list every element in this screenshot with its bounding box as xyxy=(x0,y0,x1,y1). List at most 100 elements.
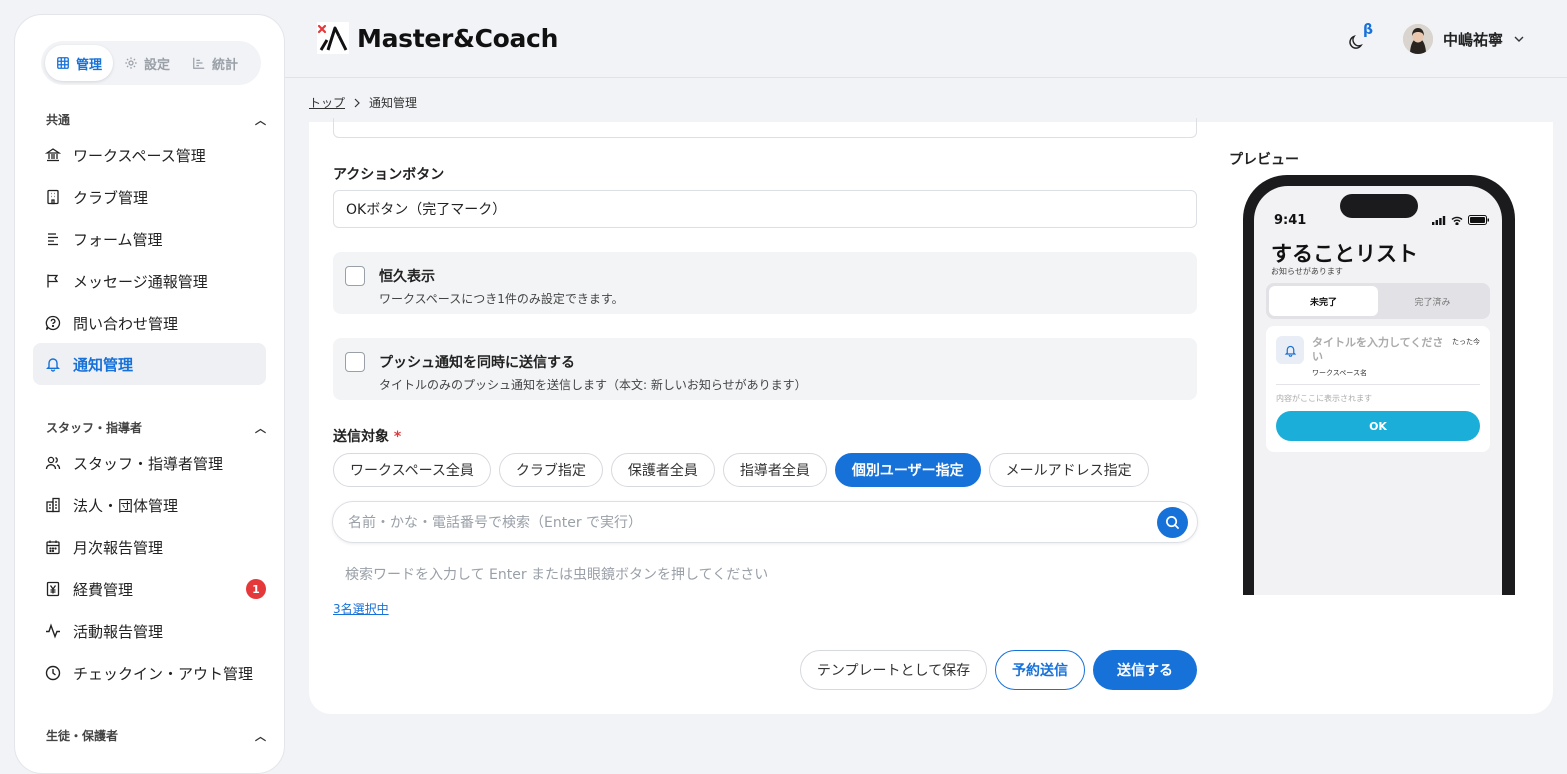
section-staff-header[interactable]: スタッフ・指導者 ︿ xyxy=(46,419,266,436)
breadcrumb-home-link[interactable]: トップ xyxy=(309,94,345,111)
sidebar-item-label: チェックイン・アウト管理 xyxy=(73,664,254,683)
sidebar-item-label: 月次報告管理 xyxy=(73,538,164,557)
target-chip-coaches-all[interactable]: 指導者全員 xyxy=(722,453,827,487)
sidebar-item-label: 通知管理 xyxy=(73,355,134,374)
users-icon xyxy=(45,456,61,470)
section-common-header[interactable]: 共通 ︿ xyxy=(46,111,266,128)
signal-icon xyxy=(1432,215,1446,225)
preview-tab-done: 完了済み xyxy=(1414,297,1451,308)
target-chip-individual-users[interactable]: 個別ユーザー指定 xyxy=(834,453,981,487)
theme-toggle[interactable]: β xyxy=(1347,22,1373,52)
building-icon xyxy=(47,189,59,205)
action-button-select[interactable]: OKボタン（完了マーク） xyxy=(333,190,1197,228)
sidebar-item-staff[interactable]: スタッフ・指導者管理 xyxy=(33,443,266,483)
logo-mark-icon xyxy=(317,22,349,54)
sidebar-item-corporation[interactable]: 法人・団体管理 xyxy=(33,485,266,525)
search-icon xyxy=(1166,516,1180,530)
bell-icon xyxy=(46,358,60,372)
tab-settings[interactable]: 設定 xyxy=(113,45,181,81)
user-name: 中嶋祐寧 xyxy=(1443,30,1504,49)
notification-form-card: アクションボタン OKボタン（完了マーク） 恒久表示 ワークスペースにつき1件の… xyxy=(309,118,1553,714)
body-textarea[interactable] xyxy=(333,118,1197,138)
sidebar-item-workspace[interactable]: ワークスペース管理 xyxy=(33,135,266,175)
chart-icon xyxy=(193,57,205,69)
user-search-input[interactable]: 名前・かな・電話番号で検索（Enter で実行） xyxy=(332,501,1198,543)
permanent-display-option[interactable]: 恒久表示 ワークスペースにつき1件のみ設定できます。 xyxy=(333,252,1197,314)
sidebar: 管理 設定 統計 共通 ︿ ワークスペース管理 クラブ管理 フォーム管理 メッセ… xyxy=(14,14,285,774)
chevron-up-icon: ︿ xyxy=(255,729,266,743)
sidebar-item-label: クラブ管理 xyxy=(73,188,149,207)
push-notification-checkbox[interactable] xyxy=(345,352,365,372)
status-time: 9:41 xyxy=(1274,213,1307,228)
tab-manage[interactable]: 管理 xyxy=(45,45,114,81)
target-chip-email[interactable]: メールアドレス指定 xyxy=(988,453,1149,487)
clock-icon xyxy=(45,665,61,681)
question-icon xyxy=(45,315,61,331)
battery-icon xyxy=(1468,215,1489,225)
tab-settings-label: 設定 xyxy=(144,57,171,73)
selected-users-link[interactable]: 3名選択中 xyxy=(333,600,389,617)
sidebar-item-checkin[interactable]: チェックイン・アウト管理 xyxy=(33,653,266,693)
sidebar-item-form[interactable]: フォーム管理 xyxy=(33,219,266,259)
preview-tab-incomplete: 未完了 xyxy=(1269,286,1378,316)
section-title: スタッフ・指導者 xyxy=(46,421,143,435)
save-template-button[interactable]: テンプレートとして保存 xyxy=(800,650,987,690)
required-mark: * xyxy=(393,429,402,445)
breadcrumb-current: 通知管理 xyxy=(369,96,418,110)
sidebar-item-label: ワークスペース管理 xyxy=(73,146,206,165)
activity-icon xyxy=(46,623,60,639)
target-chip-guardians-all[interactable]: 保護者全員 xyxy=(610,453,715,487)
section-title: 共通 xyxy=(46,113,71,127)
search-button[interactable] xyxy=(1157,507,1188,538)
gear-icon xyxy=(125,57,137,69)
preview-card-body: 内容がここに表示されます xyxy=(1276,394,1372,403)
bell-icon xyxy=(1284,345,1296,357)
preview-ok-button: OK xyxy=(1276,411,1480,441)
sidebar-item-activity[interactable]: 活動報告管理 xyxy=(33,611,266,651)
breadcrumb: トップ 通知管理 xyxy=(309,94,417,111)
sidebar-item-expense[interactable]: 経費管理 1 xyxy=(33,569,266,609)
calendar-icon xyxy=(46,540,60,555)
send-button[interactable]: 送信する xyxy=(1093,650,1197,690)
permanent-display-desc: ワークスペースにつき1件のみ設定できます。 xyxy=(379,292,624,306)
sidebar-mode-switch: 管理 設定 統計 xyxy=(41,41,261,85)
preview-title: することリスト xyxy=(1271,242,1418,266)
sidebar-item-report[interactable]: メッセージ通報管理 xyxy=(33,261,266,301)
office-icon xyxy=(46,497,60,513)
preview-tabs: 未完了 完了済み xyxy=(1266,283,1490,319)
sidebar-item-inquiry[interactable]: 問い合わせ管理 xyxy=(33,303,266,343)
target-chip-workspace-all[interactable]: ワークスペース全員 xyxy=(333,453,491,487)
sidebar-item-label: スタッフ・指導者管理 xyxy=(73,454,224,473)
push-notification-desc: タイトルのみのプッシュ通知を送信します（本文: 新しいお知らせがあります） xyxy=(379,378,807,392)
chevron-up-icon: ︿ xyxy=(255,421,266,435)
wifi-icon xyxy=(1451,216,1463,225)
sidebar-item-monthly-report[interactable]: 月次報告管理 xyxy=(33,527,266,567)
sidebar-item-label: 問い合わせ管理 xyxy=(73,314,179,333)
sidebar-item-label: 経費管理 xyxy=(73,580,134,599)
preview-card-title: タイトルを入力してください xyxy=(1312,336,1444,363)
status-icons xyxy=(1432,215,1490,225)
section-students-header[interactable]: 生徒・保護者 ︿ xyxy=(46,727,266,744)
sidebar-item-label: メッセージ通報管理 xyxy=(73,272,208,291)
user-menu[interactable]: 中嶋祐寧 xyxy=(1403,24,1525,54)
search-hint: 検索ワードを入力して Enter または虫眼鏡ボタンを押してください xyxy=(345,567,769,583)
brand-name: Master&Coach xyxy=(357,23,559,53)
flag-icon xyxy=(47,274,59,288)
sidebar-item-notification[interactable]: 通知管理 xyxy=(33,343,266,385)
section-title: 生徒・保護者 xyxy=(46,729,119,743)
target-chip-club[interactable]: クラブ指定 xyxy=(498,453,603,487)
sidebar-item-label: 法人・団体管理 xyxy=(73,496,179,515)
tab-manage-label: 管理 xyxy=(76,57,103,73)
permanent-display-checkbox[interactable] xyxy=(345,266,365,286)
action-button-label: アクションボタン xyxy=(333,167,445,183)
send-target-text: 送信対象 xyxy=(333,429,389,445)
push-notification-option[interactable]: プッシュ通知を同時に送信する タイトルのみのプッシュ通知を送信します（本文: 新… xyxy=(333,338,1197,400)
form-icon xyxy=(48,233,58,246)
tab-stats[interactable]: 統計 xyxy=(181,45,249,81)
sidebar-item-club[interactable]: クラブ管理 xyxy=(33,177,266,217)
preview-subtitle: お知らせがあります xyxy=(1271,267,1343,276)
yen-icon xyxy=(46,581,60,597)
grid-icon xyxy=(57,57,69,69)
schedule-send-button[interactable]: 予約送信 xyxy=(995,650,1085,690)
brand-logo[interactable]: Master&Coach xyxy=(317,22,558,54)
